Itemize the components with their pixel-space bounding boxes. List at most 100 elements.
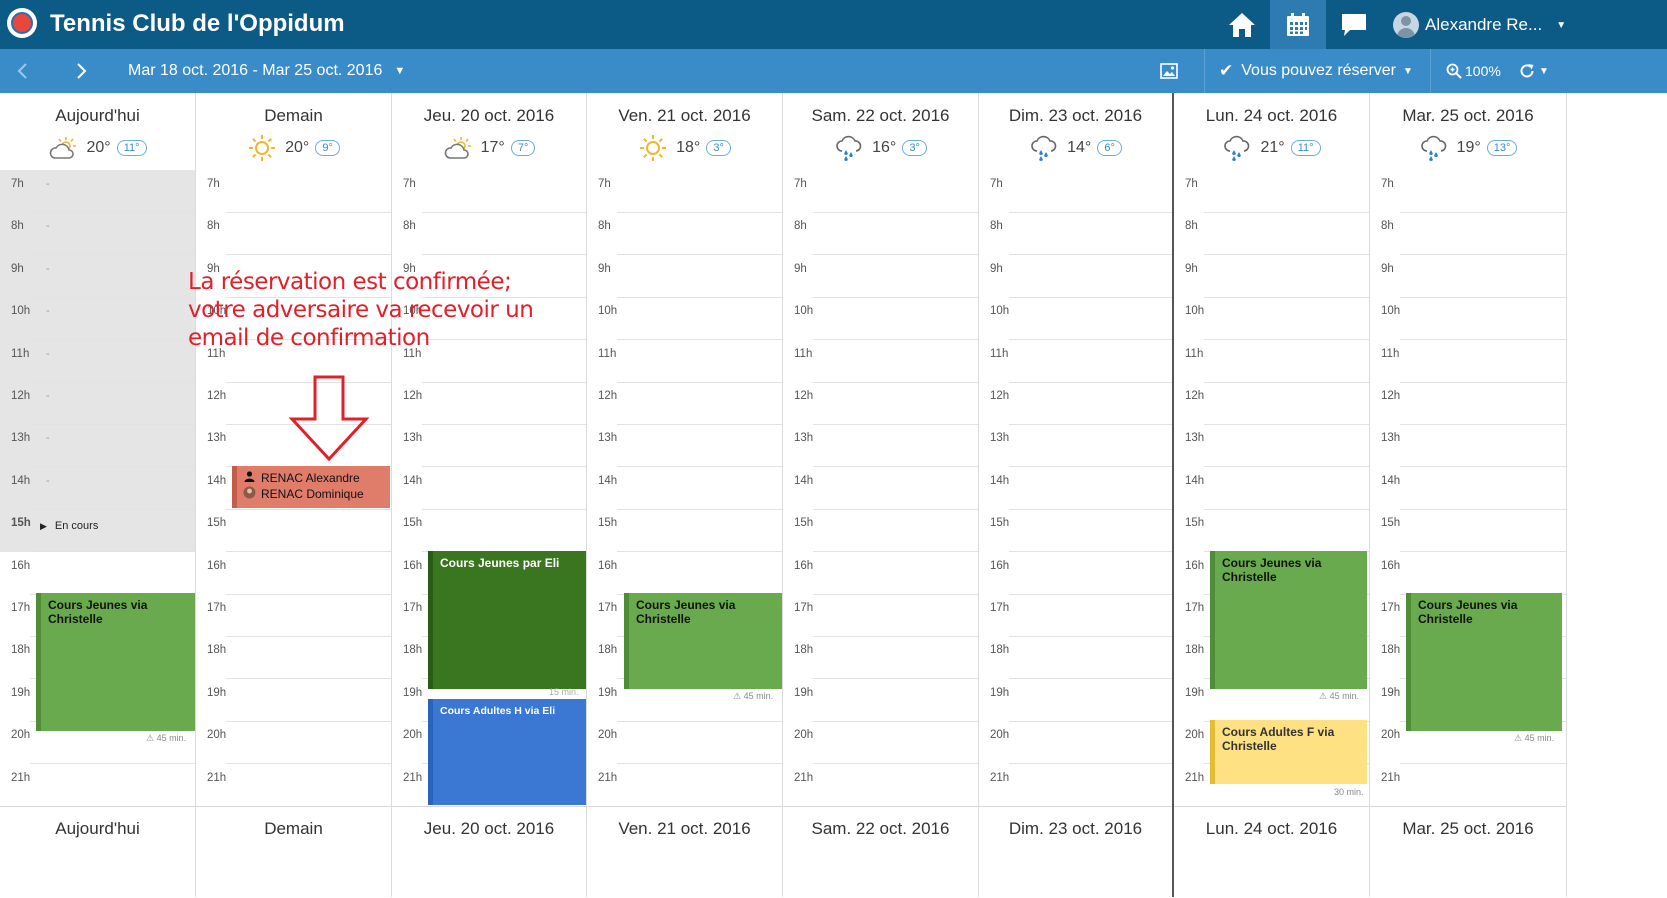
hour-slot[interactable]: 13h — [1370, 424, 1566, 468]
hour-slot[interactable]: 12h — [587, 382, 782, 425]
hour-slot[interactable]: 13h — [1174, 424, 1369, 468]
hour-slot[interactable]: 17h — [979, 594, 1172, 637]
hour-slot[interactable]: 12h - — [0, 382, 195, 425]
hour-slot[interactable]: 13h — [392, 424, 586, 468]
day-name[interactable]: Dim. 23 oct. 2016 — [979, 819, 1172, 839]
hour-slot[interactable]: 7h — [587, 170, 782, 213]
hour-slot[interactable]: 8h — [587, 212, 782, 256]
day-name[interactable]: Lun. 24 oct. 2016 — [1174, 819, 1369, 839]
hour-slot[interactable]: 21h — [196, 764, 391, 806]
hour-slot[interactable]: 16h — [196, 552, 391, 595]
hour-slot[interactable]: 18h — [783, 636, 978, 680]
day-name[interactable]: Demain — [196, 106, 391, 126]
hour-slot[interactable]: 10h - — [0, 297, 195, 341]
hour-slot[interactable]: 20h — [979, 721, 1172, 765]
hour-slot[interactable]: 11h — [1370, 340, 1566, 383]
hour-slot[interactable]: 12h — [979, 382, 1172, 425]
hour-slot[interactable]: 17h — [783, 594, 978, 637]
hour-slot[interactable]: 20h — [783, 721, 978, 765]
course-event-monday[interactable]: Cours Jeunes via Christelle — [1210, 551, 1367, 689]
course-event-friday[interactable]: Cours Jeunes via Christelle — [624, 593, 782, 689]
reserve-status-menu[interactable]: ✔ Vous pouvez réserver ▼ — [1219, 49, 1413, 93]
day-name[interactable]: Ven. 21 oct. 2016 — [587, 106, 782, 126]
hour-slot[interactable]: 15h — [196, 509, 391, 553]
hour-slot[interactable]: 9h — [979, 255, 1172, 298]
hour-slot[interactable]: 8h — [979, 212, 1172, 256]
messages-button[interactable] — [1326, 0, 1382, 49]
day-body[interactable]: 7h 8h 9h 10h 11h 12h 13h 14h 15h 16h 17h 18h 19h 20h 2… — [1174, 170, 1369, 806]
hour-slot[interactable]: 10h — [1370, 297, 1566, 341]
hour-slot[interactable]: 9h - — [0, 255, 195, 298]
hour-slot[interactable]: 11h — [1174, 340, 1369, 383]
user-menu[interactable]: Alexandre Re... ▼ — [1393, 10, 1566, 40]
day-name[interactable]: Jeu. 20 oct. 2016 — [392, 819, 586, 839]
hour-slot[interactable]: 20h — [196, 721, 391, 765]
hour-slot[interactable]: 11h — [587, 340, 782, 383]
hour-slot[interactable]: 21h — [1370, 764, 1566, 806]
zoom-button[interactable]: 100% — [1446, 49, 1501, 93]
day-name[interactable]: Demain — [196, 819, 391, 839]
hour-slot[interactable]: 7h — [783, 170, 978, 213]
hour-slot[interactable]: 11h - — [0, 340, 195, 383]
hour-slot[interactable]: 18h — [196, 636, 391, 680]
hour-slot[interactable]: 21h — [783, 764, 978, 806]
refresh-button[interactable]: ▼ — [1518, 49, 1549, 93]
home-button[interactable] — [1214, 0, 1270, 49]
hour-slot[interactable]: 8h — [196, 212, 391, 256]
day-name[interactable]: Aujourd'hui — [0, 106, 195, 126]
hour-slot[interactable]: 7h — [1370, 170, 1566, 213]
calendar-button[interactable] — [1270, 0, 1326, 49]
hour-slot[interactable]: 11h — [783, 340, 978, 383]
day-name[interactable]: Dim. 23 oct. 2016 — [979, 106, 1172, 126]
hour-slot[interactable]: 10h — [783, 297, 978, 341]
adult-course-event-thursday[interactable]: Cours Adultes H via Eli — [428, 699, 586, 805]
hour-slot[interactable]: 18h — [979, 636, 1172, 680]
hour-slot[interactable]: 8h — [1370, 212, 1566, 256]
hour-slot[interactable]: 19h — [783, 679, 978, 722]
hour-slot[interactable]: 14h — [587, 467, 782, 510]
hour-slot[interactable]: 14h — [1370, 467, 1566, 510]
day-name[interactable]: Sam. 22 oct. 2016 — [783, 819, 978, 839]
hour-slot[interactable]: 21h — [979, 764, 1172, 806]
hour-slot[interactable]: 16h — [587, 552, 782, 595]
hour-slot[interactable]: 15h — [1370, 509, 1566, 553]
hour-slot[interactable]: 19h — [979, 679, 1172, 722]
hour-slot[interactable]: 14h — [979, 467, 1172, 510]
hour-slot[interactable]: 16h — [783, 552, 978, 595]
hour-slot[interactable]: 14h — [1174, 467, 1369, 510]
hour-slot[interactable]: 13h — [587, 424, 782, 468]
hour-slot[interactable]: 14h — [783, 467, 978, 510]
hour-slot[interactable]: 14h — [392, 467, 586, 510]
course-event-tuesday[interactable]: Cours Jeunes via Christelle — [1406, 593, 1562, 731]
hour-slot[interactable]: 12h — [392, 382, 586, 425]
previous-week-button[interactable] — [16, 49, 30, 93]
day-name[interactable]: Aujourd'hui — [0, 819, 195, 839]
hour-slot[interactable]: 19h — [196, 679, 391, 722]
hour-slot[interactable]: 16h — [979, 552, 1172, 595]
hour-slot[interactable]: 14h - — [0, 467, 195, 510]
day-name[interactable]: Mar. 25 oct. 2016 — [1370, 106, 1566, 126]
hour-slot[interactable]: 16h — [1370, 552, 1566, 595]
course-event-thursday[interactable]: Cours Jeunes par Eli — [428, 551, 586, 689]
hour-slot[interactable]: 15h — [392, 509, 586, 553]
hour-slot[interactable]: 9h — [587, 255, 782, 298]
hour-slot[interactable]: 15h — [1174, 509, 1369, 553]
day-name[interactable]: Sam. 22 oct. 2016 — [783, 106, 978, 126]
hour-slot[interactable]: 15h — [979, 509, 1172, 553]
hour-slot[interactable]: 13h — [783, 424, 978, 468]
hour-slot[interactable]: 15h — [783, 509, 978, 553]
day-body[interactable]: 7h 8h 9h 10h 11h 12h 13h 14h 15h 16h 17h 18h 19h 20h 2… — [979, 170, 1172, 806]
date-range-selector[interactable]: Mar 18 oct. 2016 - Mar 25 oct. 2016 ▼ — [128, 49, 405, 93]
hour-slot[interactable]: 9h — [1174, 255, 1369, 298]
hour-slot[interactable]: 17h — [196, 594, 391, 637]
day-body[interactable]: 7h 8h 9h 10h 11h 12h 13h 14h 15h 16h 17h 18h 19h 20h 2… — [783, 170, 978, 806]
hour-slot[interactable]: 21h — [0, 764, 195, 806]
hour-slot[interactable]: 12h — [783, 382, 978, 425]
hour-slot[interactable]: 7h — [196, 170, 391, 213]
hour-slot[interactable]: 12h — [1174, 382, 1369, 425]
day-name[interactable]: Jeu. 20 oct. 2016 — [392, 106, 586, 126]
hour-slot[interactable]: 13h - — [0, 424, 195, 468]
hour-slot[interactable]: 20h — [587, 721, 782, 765]
hour-slot[interactable]: 7h - — [0, 170, 195, 213]
hour-slot[interactable]: 16h — [0, 552, 195, 595]
